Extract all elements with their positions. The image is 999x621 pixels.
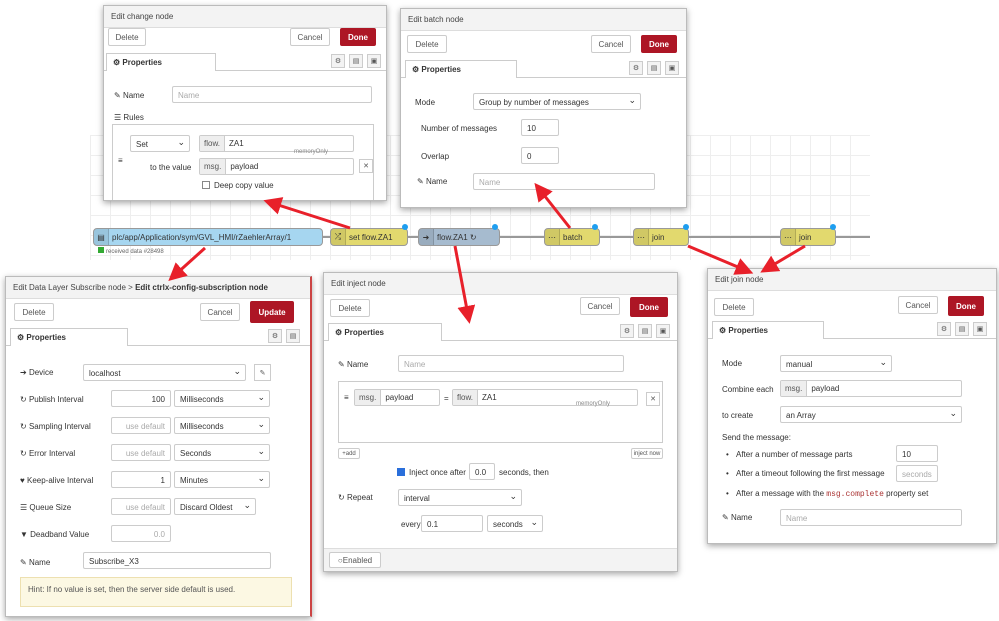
arrow-to-batch: [534, 182, 572, 229]
arrow-to-inject: [453, 245, 476, 324]
arrow-to-subscription: [168, 246, 207, 282]
arrow-to-change: [263, 197, 351, 230]
annotation-arrows: [168, 182, 806, 324]
arrow-to-join-2: [760, 244, 806, 273]
arrow-to-join-1: [687, 244, 754, 275]
